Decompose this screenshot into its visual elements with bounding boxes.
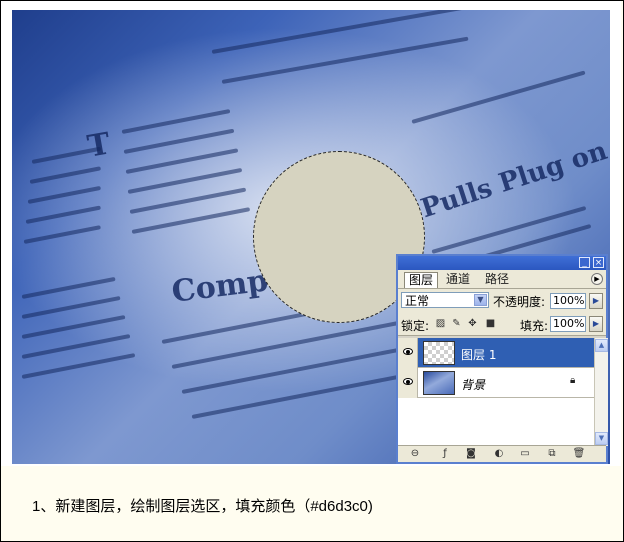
newspaper-text-decor: [181, 348, 399, 394]
visibility-toggle[interactable]: [398, 338, 418, 368]
lock-move-icon[interactable]: ✥: [467, 318, 478, 329]
eye-icon: [403, 378, 413, 385]
layer-mask-icon[interactable]: ◙: [464, 448, 478, 460]
newspaper-text-decor: [123, 128, 235, 154]
fill-slider-toggle-icon[interactable]: ▶: [589, 316, 603, 332]
lock-transparency-icon[interactable]: ▨: [435, 318, 446, 329]
lock-label: 锁定:: [401, 319, 430, 333]
eye-icon: [403, 348, 413, 355]
layer-name: 背景: [461, 378, 486, 392]
panel-tabs: 图层 通道 路径 ▶: [398, 270, 606, 289]
newspaper-text-decor: [131, 207, 251, 234]
newspaper-text-decor: [27, 185, 102, 204]
link-icon[interactable]: ⊖: [408, 448, 422, 460]
tab-layers[interactable]: 图层: [404, 272, 439, 288]
newspaper-text-decor: [127, 167, 243, 194]
lock-all-icon[interactable]: ■: [485, 318, 496, 329]
trash-icon[interactable]: 🗑︎: [572, 448, 586, 460]
opacity-input[interactable]: 100%: [550, 293, 586, 309]
adjustment-layer-icon[interactable]: ◐: [492, 448, 506, 460]
lock-fill-row: 锁定: ▨ ✎ ✥ ■ 填充: 100% ▶: [398, 313, 606, 336]
newspaper-text-decor: [21, 315, 126, 339]
close-icon[interactable]: ×: [593, 257, 604, 268]
opacity-label: 不透明度:: [493, 295, 546, 309]
newspaper-text-decor: [121, 109, 231, 134]
opacity-slider-toggle-icon[interactable]: ▶: [589, 293, 603, 309]
minimize-icon[interactable]: _: [579, 257, 590, 268]
blend-opacity-row: 正常 ▼ 不透明度: 100% ▶: [398, 289, 606, 313]
tab-channels[interactable]: 通道: [442, 272, 474, 287]
layer-row-background[interactable]: 背景 🔒︎: [398, 368, 594, 398]
newspaper-text-decor: [21, 295, 121, 319]
layer-row-layer1[interactable]: 图层 1: [398, 338, 594, 368]
panel-footer: ⊖ ƒ ◙ ◐ ▭ ⧉ 🗑︎: [398, 445, 606, 462]
newspaper-text-decor: [171, 321, 399, 369]
visibility-toggle[interactable]: [398, 368, 418, 398]
layer-style-icon[interactable]: ƒ: [438, 448, 452, 460]
newspaper-text-decor: [23, 225, 101, 244]
layers-list: 图层 1 背景 🔒︎: [398, 338, 594, 446]
newspaper-text-decor: [29, 166, 102, 184]
newspaper-headline-decor: T: [84, 126, 114, 165]
blend-mode-select[interactable]: 正常 ▼: [401, 292, 489, 308]
new-group-icon[interactable]: ▭: [518, 448, 532, 460]
layers-scrollbar[interactable]: ▲ ▼: [594, 338, 608, 446]
newspaper-text-decor: [21, 276, 116, 299]
scroll-up-icon[interactable]: ▲: [595, 339, 608, 352]
step-caption: 1、新建图层，绘制图层选区，填充颜色（#d6d3c0): [32, 498, 373, 515]
newspaper-text-decor: [125, 148, 239, 174]
lock-icon: 🔒︎: [570, 375, 576, 386]
newspaper-text-decor: [21, 334, 131, 359]
newspaper-text-decor: [411, 70, 586, 124]
newspaper-text-decor: [21, 353, 136, 379]
layers-panel[interactable]: _ × 图层 通道 路径 ▶ 正常 ▼ 不透明度: 100% ▶ 锁定: ▨ ✎…: [396, 254, 608, 464]
scroll-down-icon[interactable]: ▼: [595, 432, 608, 445]
newspaper-headline-decor: Comp: [169, 263, 271, 310]
tab-paths[interactable]: 路径: [481, 272, 513, 287]
layer-name: 图层 1: [461, 348, 497, 362]
newspaper-text-decor: [25, 205, 101, 224]
layer-thumbnail: [423, 341, 455, 365]
chevron-down-icon[interactable]: ▼: [474, 294, 487, 306]
blend-mode-value: 正常: [405, 294, 430, 308]
new-layer-icon[interactable]: ⧉: [545, 448, 559, 460]
layer-thumbnail: [423, 371, 455, 395]
fill-label: 填充:: [520, 319, 549, 333]
lock-brush-icon[interactable]: ✎: [451, 318, 462, 329]
panel-titlebar[interactable]: _ ×: [398, 256, 606, 270]
panel-menu-icon[interactable]: ▶: [591, 273, 603, 285]
fill-input[interactable]: 100%: [550, 316, 586, 332]
